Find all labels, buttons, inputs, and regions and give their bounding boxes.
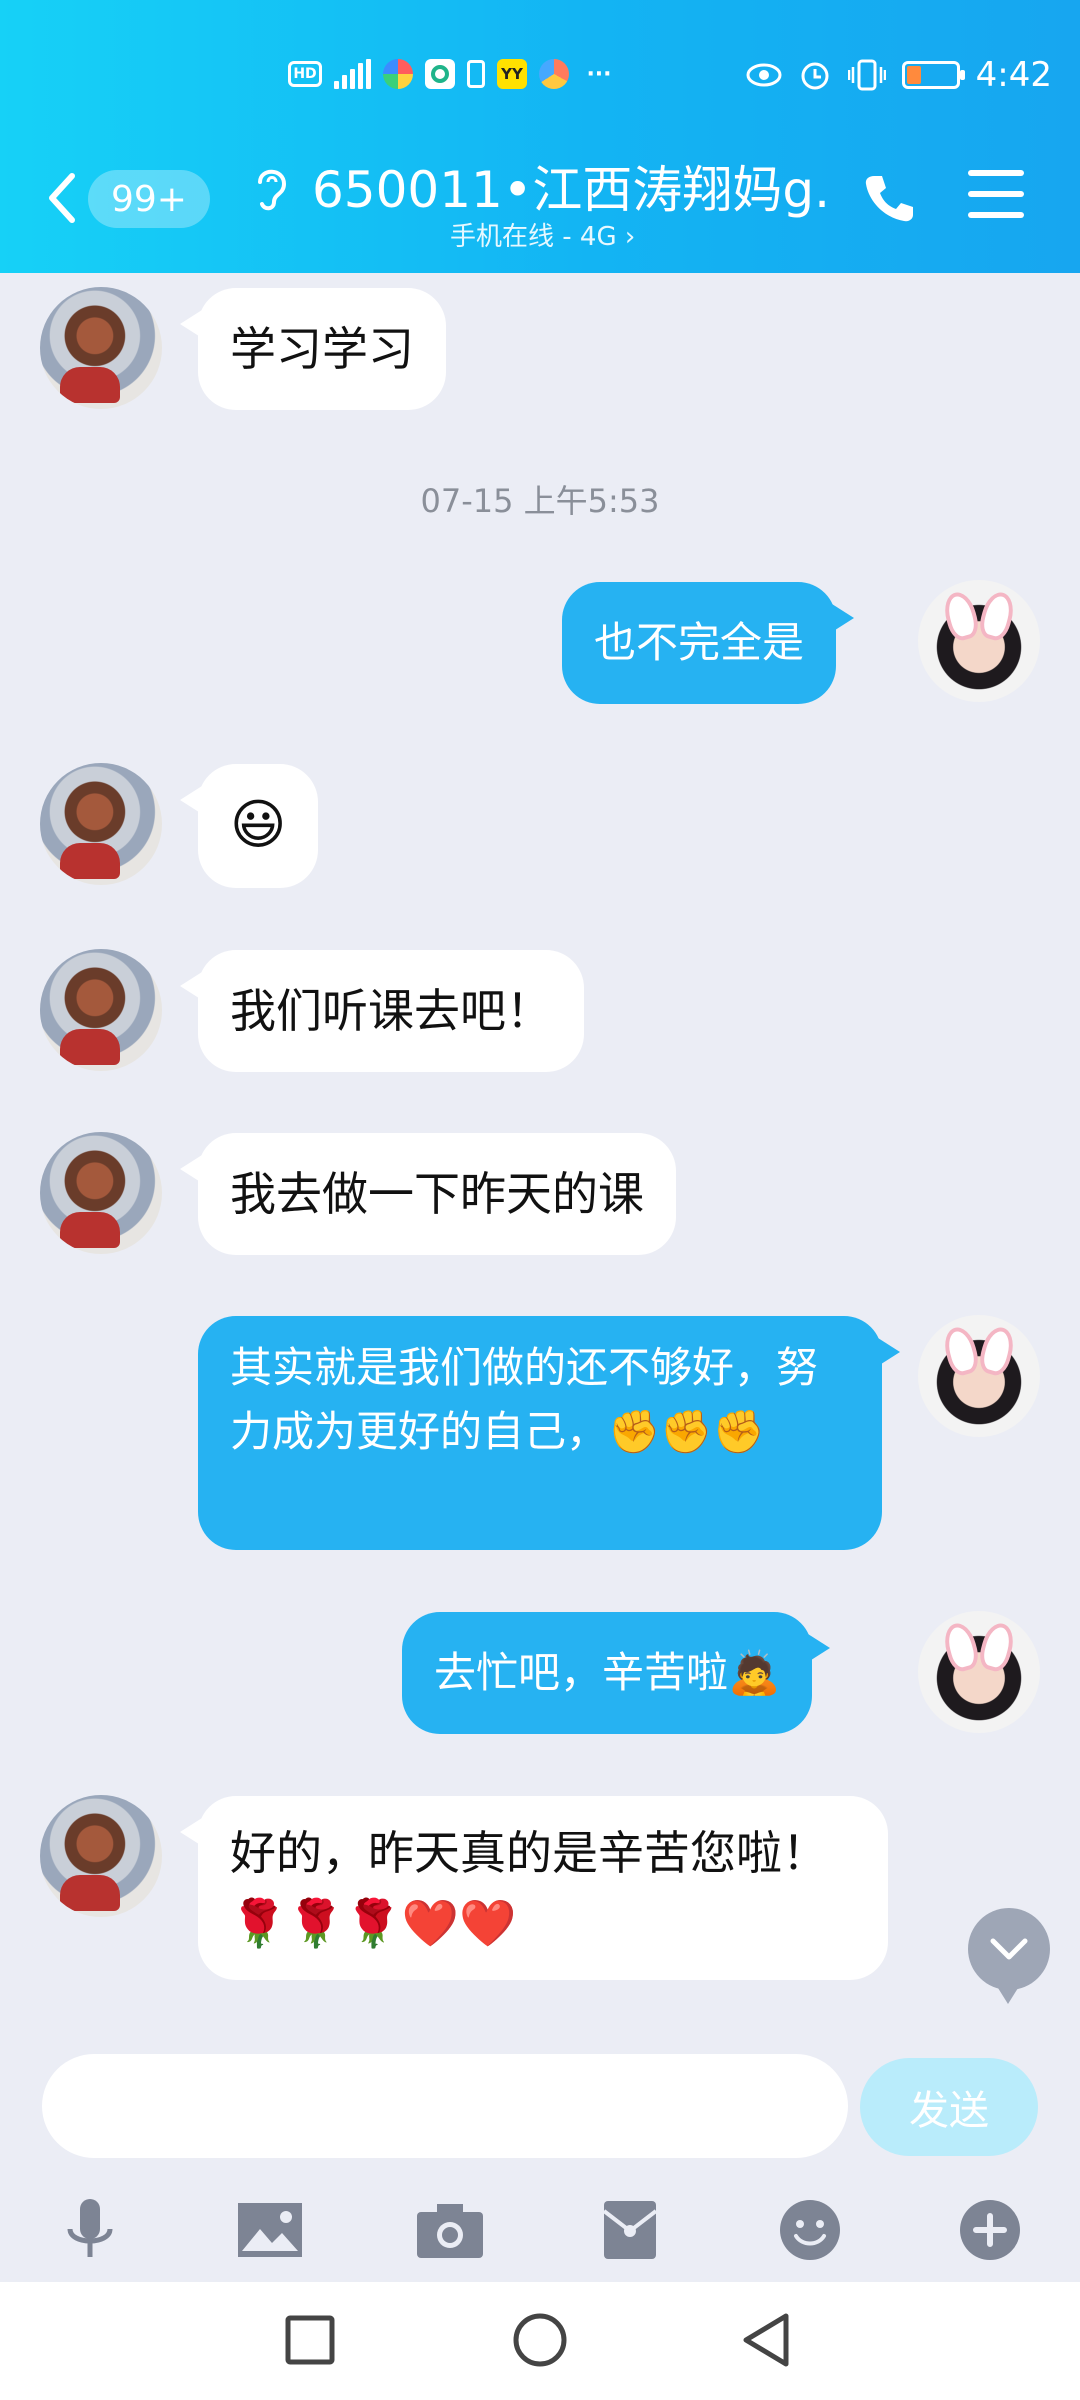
scroll-to-bottom-button[interactable] bbox=[968, 1908, 1050, 2004]
red-packet-button[interactable] bbox=[540, 2182, 720, 2278]
status-bar: HD YY ··· 4:42 bbox=[0, 55, 1080, 105]
more-button[interactable] bbox=[900, 2182, 1080, 2278]
yy-app-icon: YY bbox=[497, 59, 527, 89]
message-text: 学习学习 bbox=[230, 322, 414, 376]
app-icon bbox=[539, 59, 569, 89]
contact-avatar[interactable] bbox=[40, 1132, 162, 1254]
image-button[interactable] bbox=[180, 2182, 360, 2278]
camera-button[interactable] bbox=[360, 2182, 540, 2278]
microphone-icon bbox=[67, 2199, 113, 2257]
chat-header: HD YY ··· 4:42 99+ 650011•江西涛翔妈g... 手机在线… bbox=[0, 0, 1080, 273]
message-bubble-incoming[interactable]: 学习学习 bbox=[180, 288, 446, 410]
voice-button[interactable] bbox=[0, 2182, 180, 2278]
message-bubble-outgoing[interactable]: 去忙吧，辛苦啦🙇 bbox=[402, 1612, 831, 1734]
image-icon bbox=[238, 2203, 302, 2257]
input-toolbar bbox=[0, 2182, 1080, 2278]
message-text: 我们听课去吧！ bbox=[230, 984, 552, 1038]
message-text: 😃 bbox=[230, 793, 287, 856]
contact-avatar[interactable] bbox=[40, 287, 162, 409]
plus-icon bbox=[960, 2200, 1020, 2260]
camera-icon bbox=[417, 2204, 483, 2258]
app-icon bbox=[383, 59, 413, 89]
status-left-icons: HD YY ··· bbox=[288, 59, 617, 89]
menu-icon[interactable] bbox=[968, 170, 1024, 222]
red-packet-icon bbox=[602, 2201, 658, 2259]
recents-square-icon[interactable] bbox=[280, 2310, 340, 2370]
self-avatar[interactable] bbox=[918, 1315, 1040, 1437]
message-bubble-incoming[interactable]: 我去做一下昨天的课 bbox=[180, 1133, 676, 1255]
back-triangle-icon[interactable] bbox=[738, 2310, 798, 2370]
app-icon bbox=[425, 59, 455, 89]
title-bar: 99+ 650011•江西涛翔妈g... 手机在线 - 4G › bbox=[0, 140, 1080, 260]
message-text: 也不完全是 bbox=[594, 618, 805, 667]
message-bubble-incoming[interactable]: 好的，昨天真的是辛苦您啦！🌹🌹🌹❤️❤️ bbox=[180, 1796, 888, 1980]
emoji-button[interactable] bbox=[720, 2182, 900, 2278]
unread-badge[interactable]: 99+ bbox=[88, 170, 210, 228]
message-bubble-incoming[interactable]: 😃 bbox=[179, 764, 319, 888]
alarm-icon bbox=[801, 62, 829, 90]
self-avatar[interactable] bbox=[918, 580, 1040, 702]
online-status[interactable]: 手机在线 - 4G › bbox=[450, 216, 635, 253]
message-text: 好的，昨天真的是辛苦您啦！🌹🌹🌹❤️❤️ bbox=[230, 1826, 828, 1950]
eye-icon bbox=[746, 63, 782, 87]
emoji-icon bbox=[780, 2200, 840, 2260]
chevron-left-icon[interactable] bbox=[42, 168, 82, 228]
input-bar: 发送 bbox=[0, 2030, 1080, 2280]
message-text: 去忙吧，辛苦啦🙇 bbox=[434, 1648, 781, 1697]
status-right-icons: 4:42 bbox=[746, 55, 1052, 95]
message-bubble-outgoing[interactable]: 其实就是我们做的还不够好，努力成为更好的自己，✊✊✊ bbox=[198, 1316, 900, 1550]
contact-avatar[interactable] bbox=[40, 763, 162, 885]
send-button[interactable]: 发送 bbox=[860, 2058, 1038, 2156]
message-text: 我去做一下昨天的课 bbox=[230, 1167, 644, 1221]
message-timestamp: 07-15 上午5:53 bbox=[420, 482, 660, 520]
hd-icon: HD bbox=[288, 61, 322, 87]
battery-saver-icon bbox=[467, 60, 485, 88]
system-nav-bar bbox=[0, 2282, 1080, 2400]
more-dots-icon: ··· bbox=[586, 61, 612, 87]
contact-avatar[interactable] bbox=[40, 949, 162, 1071]
self-avatar[interactable] bbox=[918, 1611, 1040, 1733]
battery-icon bbox=[901, 61, 965, 89]
home-circle-icon[interactable] bbox=[510, 2310, 570, 2370]
chat-title[interactable]: 650011•江西涛翔妈g... bbox=[312, 150, 832, 222]
contact-avatar[interactable] bbox=[40, 1795, 162, 1917]
phone-icon[interactable] bbox=[858, 168, 918, 228]
message-input[interactable] bbox=[42, 2054, 848, 2158]
ear-icon[interactable] bbox=[250, 162, 290, 214]
vibrate-icon bbox=[847, 59, 886, 91]
clock: 4:42 bbox=[975, 55, 1052, 95]
message-bubble-outgoing[interactable]: 也不完全是 bbox=[562, 582, 855, 704]
chevron-down-icon bbox=[990, 1938, 1028, 1960]
message-bubble-incoming[interactable]: 我们听课去吧！ bbox=[180, 950, 584, 1072]
message-text: 其实就是我们做的还不够好，努力成为更好的自己，✊✊✊ bbox=[230, 1343, 819, 1456]
4g-signal-icon bbox=[334, 59, 371, 89]
